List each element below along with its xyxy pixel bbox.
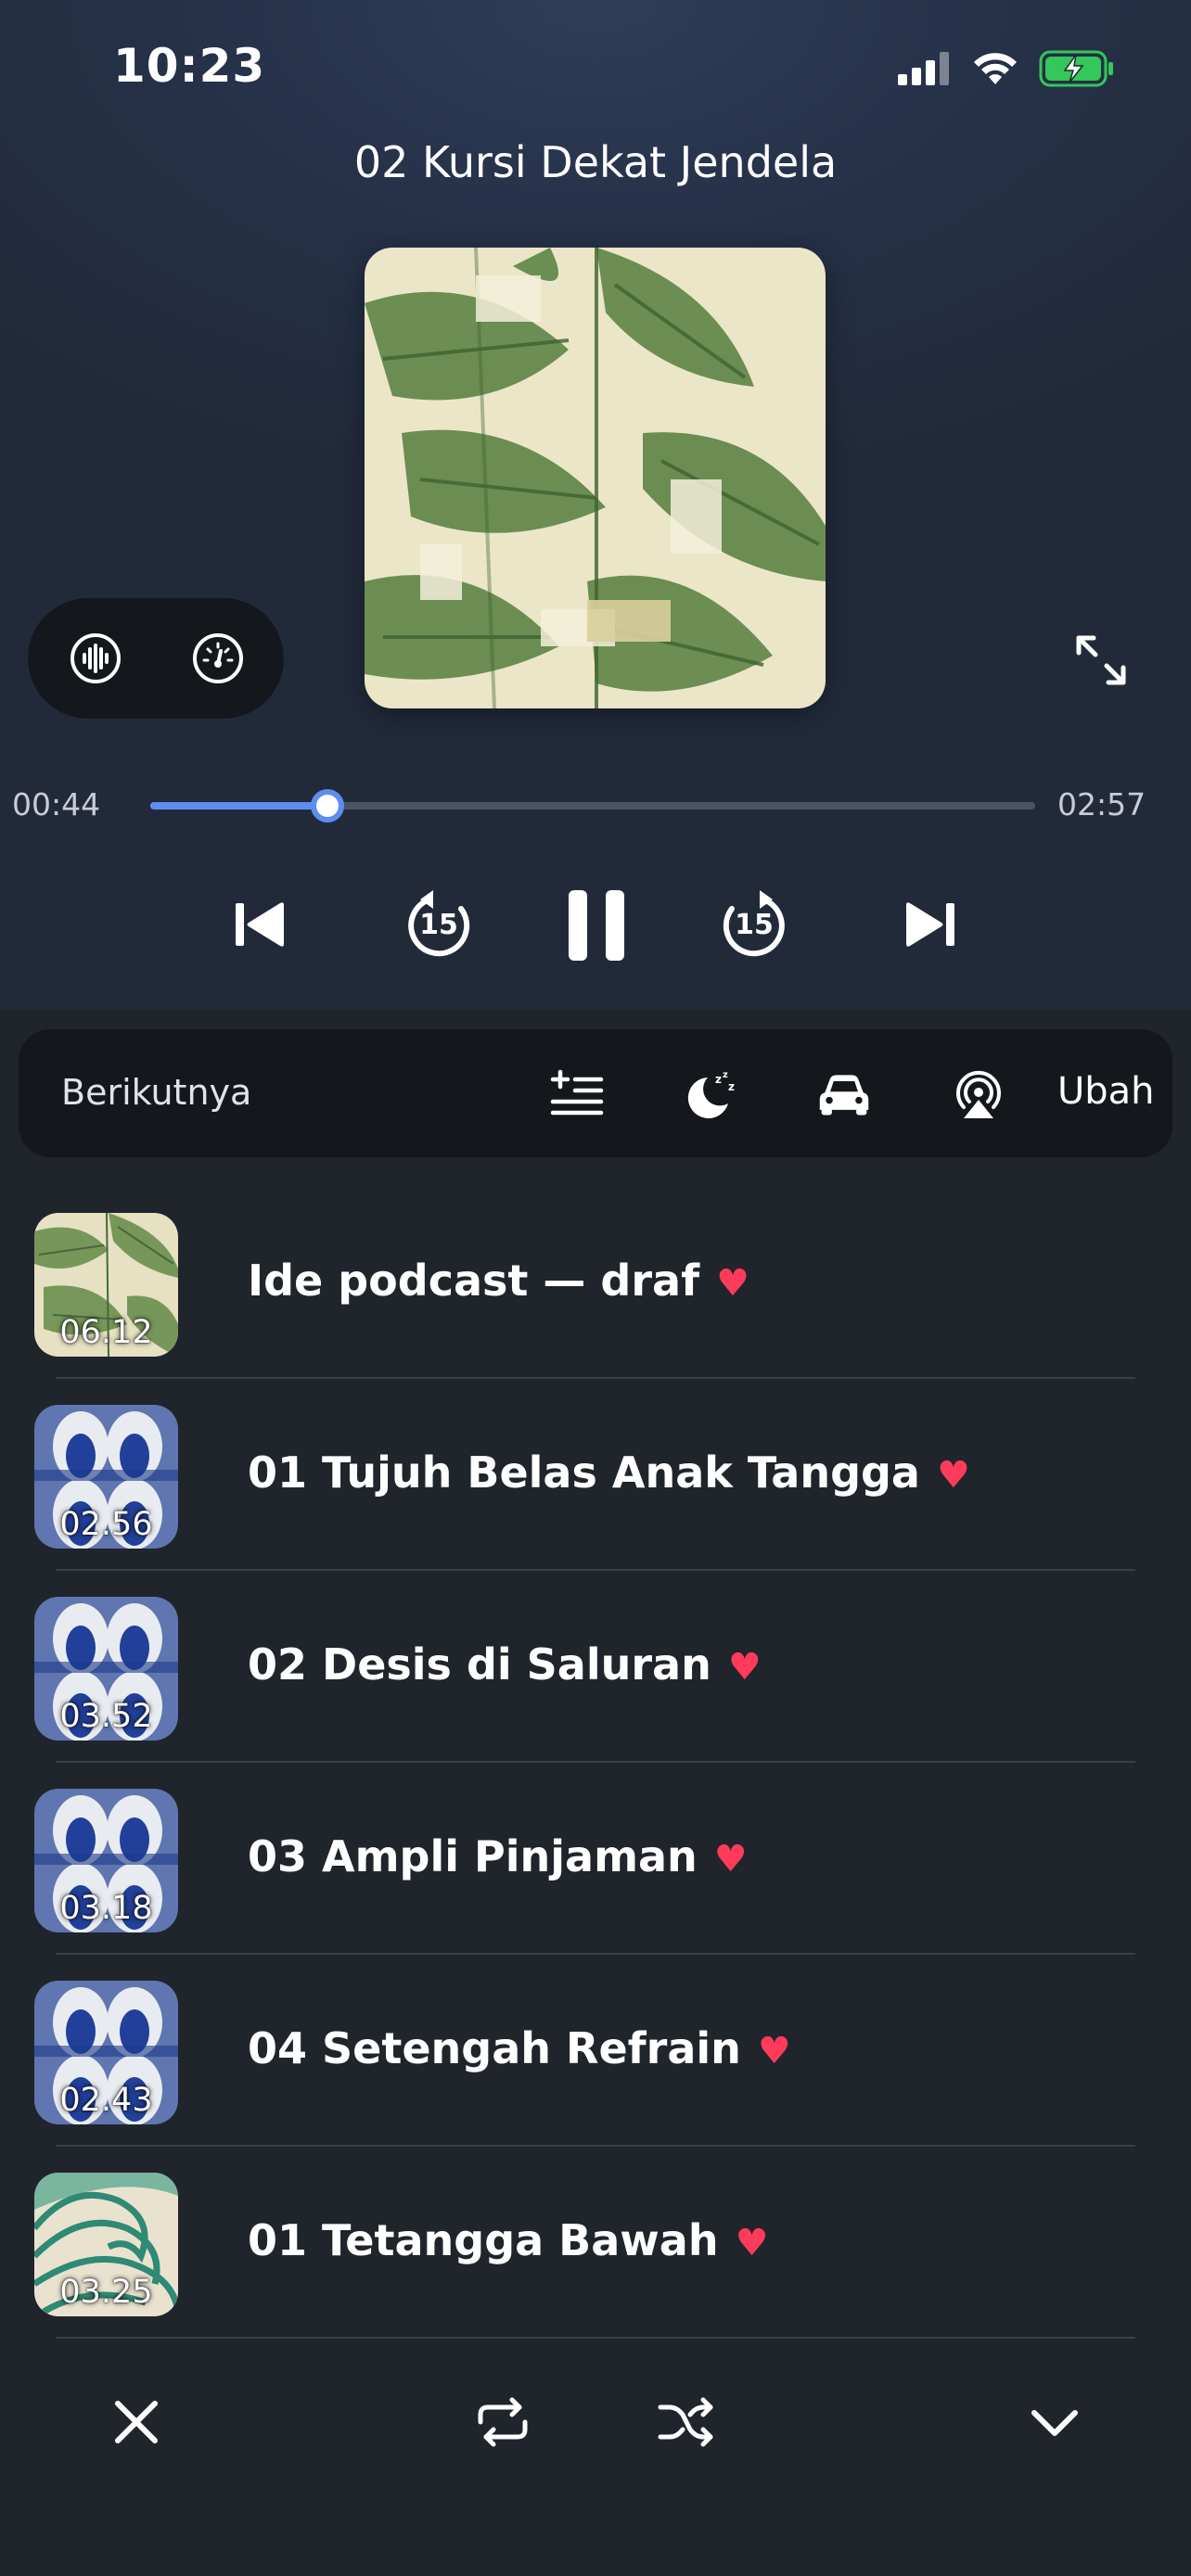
queue-thumbnail: 02.56 <box>34 1405 178 1549</box>
queue-thumbnail: 03.52 <box>34 1597 178 1741</box>
pause-icon <box>569 890 624 961</box>
status-icons <box>898 48 1115 89</box>
queue-title: 03 Ampli Pinjaman <box>248 1831 698 1881</box>
svg-text:z: z <box>723 1070 728 1080</box>
queue-duration: 02.43 <box>59 2082 153 2119</box>
queue-row[interactable]: 03.52 02 Desis di Saluran ♥ <box>0 1571 1191 1763</box>
heart-icon[interactable]: ♥ <box>736 2222 769 2264</box>
queue-title-wrap: 03 Ampli Pinjaman ♥ <box>248 1831 748 1881</box>
queue-duration: 03.52 <box>59 1698 153 1735</box>
queue-title-wrap: 01 Tetangga Bawah ♥ <box>248 2215 768 2265</box>
queue-duration: 03.25 <box>59 2274 153 2311</box>
next-up-bar: Berikutnya z z z Ubah <box>19 1029 1172 1157</box>
total-duration: 02:57 <box>1057 786 1146 823</box>
next-track-icon[interactable] <box>903 898 956 951</box>
queue-title: Ide podcast — draf <box>248 1256 700 1306</box>
progress-fill <box>150 802 327 810</box>
queue-thumbnail: 06.12 <box>34 1213 178 1357</box>
status-time: 10:23 <box>113 39 266 93</box>
chevron-down-icon[interactable] <box>1025 2392 1084 2452</box>
queue-row[interactable]: 03.18 03 Ampli Pinjaman ♥ <box>0 1763 1191 1955</box>
queue-title-wrap: 02 Desis di Saluran ♥ <box>248 1639 762 1690</box>
queue-row[interactable]: 03.25 01 Tetangga Bawah ♥ <box>0 2147 1191 2339</box>
now-playing-panel: 10:23 02 Kursi Dekat Jendela 00:44 02:57… <box>0 0 1191 1009</box>
shuffle-icon[interactable] <box>657 2392 716 2452</box>
waveform-icon[interactable] <box>68 631 123 686</box>
queue-thumbnail: 02.43 <box>34 1981 178 2124</box>
elapsed-time: 00:44 <box>12 786 101 823</box>
queue-duration: 06.12 <box>59 1314 153 1351</box>
svg-text:z: z <box>715 1073 722 1086</box>
repeat-icon[interactable] <box>473 2392 532 2452</box>
track-title: 02 Kursi Dekat Jendela <box>353 137 838 187</box>
queue-row[interactable]: 02.43 04 Setengah Refrain ♥ <box>0 1955 1191 2147</box>
svg-text:z: z <box>728 1080 735 1093</box>
queue-thumbnail: 03.18 <box>34 1789 178 1932</box>
sleep-timer-icon[interactable]: z z z <box>682 1066 737 1122</box>
edit-queue-button[interactable]: Ubah <box>1057 1070 1155 1113</box>
queue-row[interactable]: 06.12 Ide podcast — draf ♥ <box>0 1187 1191 1379</box>
pause-button[interactable] <box>567 888 626 963</box>
previous-track-icon[interactable] <box>234 898 288 951</box>
progress-slider[interactable] <box>150 789 1035 823</box>
queue-title: 02 Desis di Saluran <box>248 1639 711 1690</box>
add-to-queue-icon[interactable] <box>549 1066 605 1122</box>
speed-gauge-icon[interactable] <box>190 631 246 686</box>
queue-row[interactable]: 02.56 01 Tujuh Belas Anak Tangga ♥ <box>0 1379 1191 1571</box>
signal-icon <box>898 52 949 85</box>
queue-title-wrap: Ide podcast — draf ♥ <box>248 1256 749 1306</box>
progress-knob[interactable] <box>310 789 344 823</box>
heart-icon[interactable]: ♥ <box>758 2030 791 2072</box>
next-up-label: Berikutnya <box>61 1072 252 1113</box>
close-icon[interactable] <box>107 2392 166 2452</box>
queue-duration: 03.18 <box>59 1890 153 1927</box>
queue-title: 01 Tujuh Belas Anak Tangga <box>248 1447 920 1498</box>
skip-forward-button[interactable]: 15 <box>717 888 791 963</box>
status-bar: 10:23 <box>0 0 1191 139</box>
battery-charging-icon <box>1039 50 1113 87</box>
queue-title: 01 Tetangga Bawah <box>248 2215 719 2265</box>
queue-thumbnail: 03.25 <box>34 2173 178 2316</box>
skip-back-button[interactable]: 15 <box>402 888 476 963</box>
heart-icon[interactable]: ♥ <box>937 1454 970 1497</box>
queue-title-wrap: 01 Tujuh Belas Anak Tangga ♥ <box>248 1447 970 1498</box>
queue-title: 04 Setengah Refrain <box>248 2023 741 2073</box>
wifi-icon <box>974 53 1017 84</box>
audio-options-pill <box>28 598 284 719</box>
car-mode-icon[interactable] <box>816 1066 872 1122</box>
album-artwork <box>365 248 826 708</box>
skip-forward-seconds: 15 <box>735 909 774 941</box>
expand-icon[interactable] <box>1073 632 1129 688</box>
queue-title-wrap: 04 Setengah Refrain ♥ <box>248 2023 791 2073</box>
heart-icon[interactable]: ♥ <box>728 1646 762 1689</box>
airplay-icon[interactable] <box>951 1066 1006 1122</box>
bottom-toolbar <box>0 2337 1191 2504</box>
queue-duration: 02.56 <box>59 1506 153 1543</box>
heart-icon[interactable]: ♥ <box>716 1262 749 1305</box>
skip-back-seconds: 15 <box>419 909 458 941</box>
heart-icon[interactable]: ♥ <box>714 1838 748 1881</box>
